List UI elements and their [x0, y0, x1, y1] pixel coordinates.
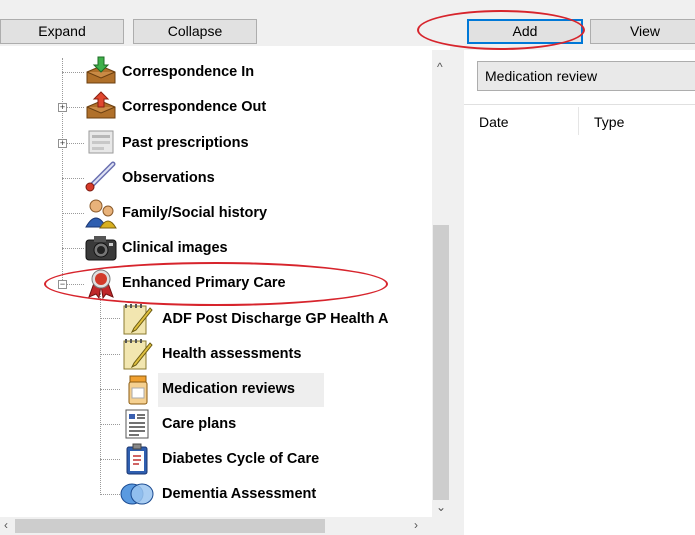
column-separator[interactable] — [578, 107, 579, 135]
scroll-up-icon[interactable]: ^ — [437, 60, 443, 74]
view-button[interactable]: View — [590, 19, 695, 44]
list-header-divider — [464, 104, 695, 105]
scroll-left-icon[interactable]: ‹ — [4, 518, 8, 532]
scroll-down-icon[interactable]: ⌄ — [436, 500, 446, 514]
column-header-date[interactable]: Date — [479, 114, 509, 130]
tree-line — [66, 107, 84, 108]
tree-item-medication-reviews[interactable]: Medication reviews — [162, 381, 295, 397]
pane-splitter[interactable] — [450, 0, 464, 535]
correspondence-out-icon — [86, 91, 116, 119]
scroll-right-icon[interactable]: › — [414, 518, 418, 532]
tree-line — [100, 494, 120, 495]
ribbon-icon — [88, 269, 114, 299]
add-button[interactable]: Add — [467, 19, 583, 44]
tree-line — [62, 178, 84, 179]
record-type-dropdown[interactable]: Medication review — [477, 61, 695, 91]
document-icon — [125, 409, 149, 439]
pill-bottle-icon — [128, 375, 148, 405]
thermometer-icon — [85, 161, 116, 192]
tree-line — [100, 354, 120, 355]
tree-item-past-prescriptions[interactable]: Past prescriptions — [122, 135, 249, 151]
collapse-toggle[interactable]: − — [58, 280, 67, 289]
tree-line — [100, 424, 120, 425]
dropdown-value: Medication review — [485, 68, 598, 84]
notepad-icon — [123, 304, 153, 335]
tree-item-correspondence-out[interactable]: Correspondence Out — [122, 99, 266, 115]
clipboard-icon — [126, 443, 148, 475]
tree-item-family-social-history[interactable]: Family/Social history — [122, 205, 267, 221]
tree-item-diabetes-cycle-of-care[interactable]: Diabetes Cycle of Care — [162, 451, 319, 467]
tree-line — [62, 72, 84, 73]
family-icon — [85, 199, 117, 229]
camera-icon — [85, 236, 117, 261]
prescriptions-icon — [88, 130, 114, 154]
tree-line — [62, 213, 84, 214]
tree-line — [100, 318, 120, 319]
hscrollbar-thumb[interactable] — [15, 519, 325, 533]
tree-item-clinical-images[interactable]: Clinical images — [122, 240, 228, 256]
tree-line-root — [62, 58, 63, 284]
tree-line — [100, 459, 120, 460]
tree-item-health-assessments[interactable]: Health assessments — [162, 346, 301, 362]
scrollbar-thumb[interactable] — [433, 225, 449, 500]
correspondence-in-icon — [86, 56, 116, 84]
collapse-button[interactable]: Collapse — [133, 19, 257, 44]
column-header-type[interactable]: Type — [594, 114, 624, 130]
brain-icon — [120, 483, 154, 505]
tree-line — [66, 143, 84, 144]
tree-line-child — [100, 293, 101, 493]
expand-toggle[interactable]: + — [58, 139, 67, 148]
tree-line — [62, 248, 84, 249]
tree-item-adf-post-discharge[interactable]: ADF Post Discharge GP Health A — [162, 311, 388, 327]
notepad-icon — [123, 339, 153, 370]
expand-toggle[interactable]: + — [58, 103, 67, 112]
tree-line — [100, 389, 120, 390]
tree-item-observations[interactable]: Observations — [122, 170, 215, 186]
expand-button[interactable]: Expand — [0, 19, 124, 44]
tree-line — [66, 284, 84, 285]
tree-item-care-plans[interactable]: Care plans — [162, 416, 236, 432]
tree-item-enhanced-primary-care[interactable]: Enhanced Primary Care — [122, 275, 286, 291]
tree-item-dementia-assessment[interactable]: Dementia Assessment — [162, 486, 316, 502]
tree-item-correspondence-in[interactable]: Correspondence In — [122, 64, 254, 80]
